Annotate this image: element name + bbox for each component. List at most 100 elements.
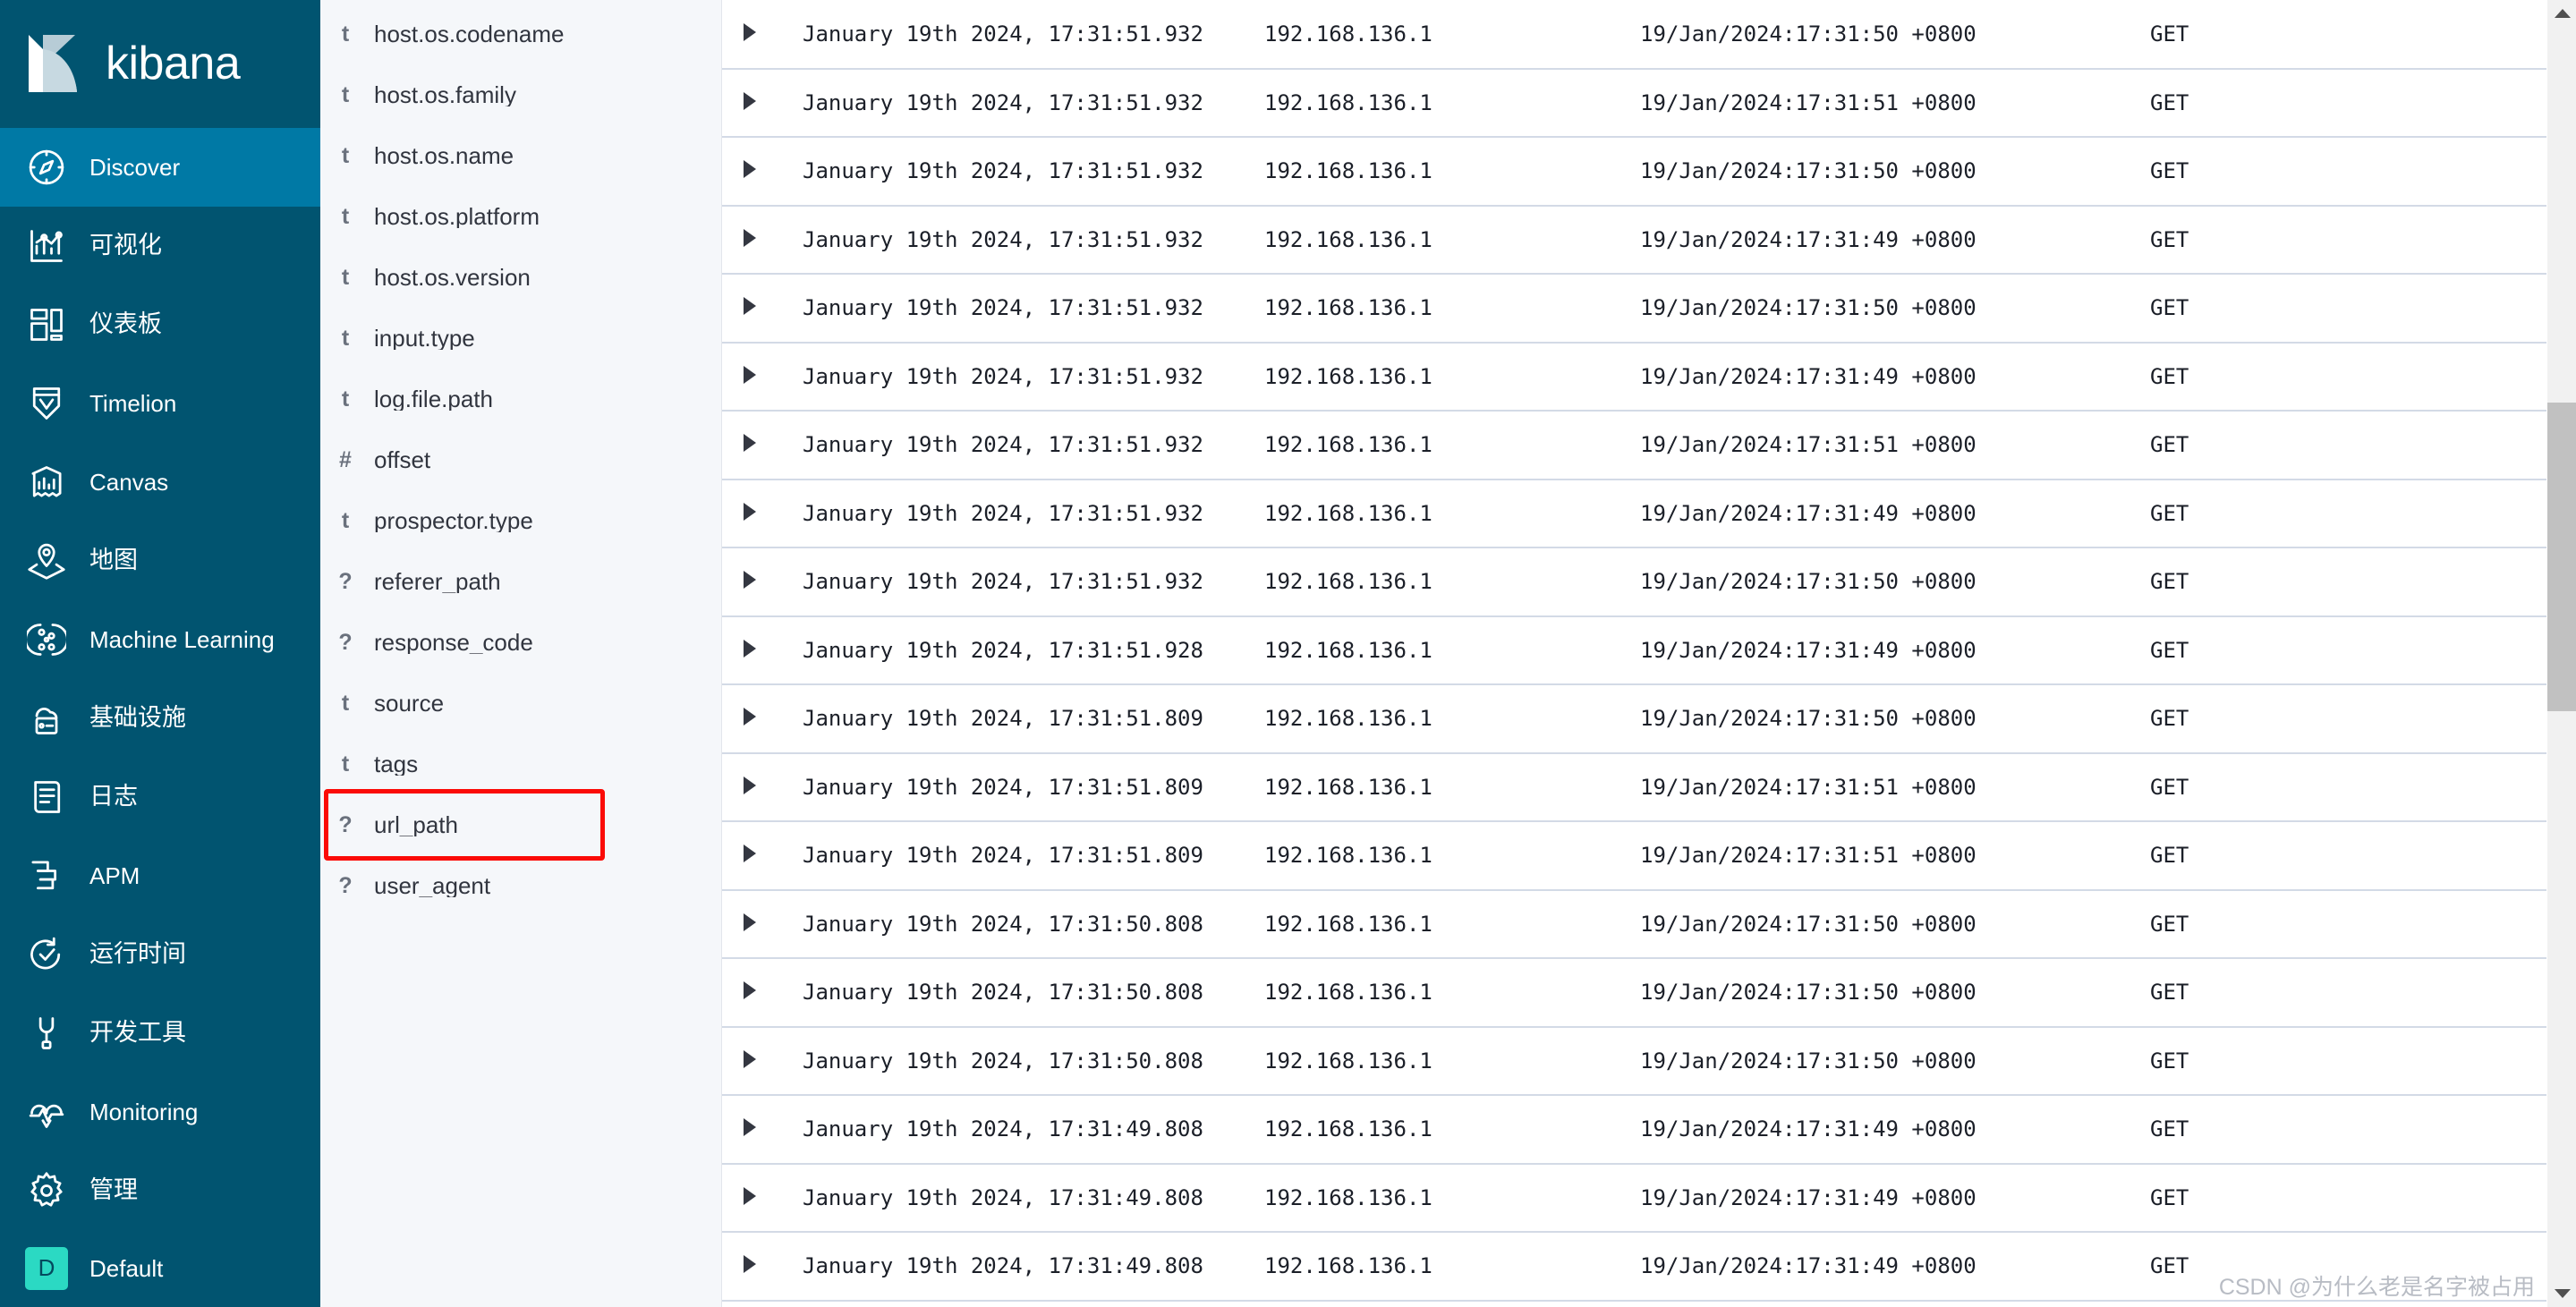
field-item-host-os-version[interactable]: t host.os.version	[320, 247, 721, 308]
cell-time: January 19th 2024, 17:31:51.932	[790, 411, 1264, 480]
expand-row-caret-icon[interactable]	[722, 684, 790, 754]
maps-icon	[25, 539, 68, 582]
cell-timestamp: 19/Jan/2024:17:31:51 +0800	[1640, 752, 2150, 822]
field-type-icon: t	[341, 751, 350, 777]
field-item-host-os-name[interactable]: t host.os.name	[320, 125, 721, 186]
expand-row-caret-icon[interactable]	[722, 274, 790, 344]
expand-row-caret-icon[interactable]	[722, 615, 790, 685]
cell-timestamp: 19/Jan/2024:17:31:50 +0800	[1640, 137, 2150, 207]
sidebar-item-timelion[interactable]: Timelion	[0, 364, 320, 443]
table-row[interactable]: January 19th 2024, 17:31:51.932 192.168.1…	[722, 274, 2576, 344]
table-row[interactable]: January 19th 2024, 17:31:51.928 192.168.1…	[722, 615, 2576, 685]
field-item-input-type[interactable]: t input.type	[320, 308, 721, 369]
cell-timestamp: 19/Jan/2024:17:31:50 +0800	[1640, 547, 2150, 617]
apm-icon	[25, 854, 68, 897]
field-item-log-file-path[interactable]: t log.file.path	[320, 369, 721, 429]
sidebar-item-label: Discover	[89, 153, 181, 181]
sidebar-item-label: 基础设施	[89, 704, 186, 732]
cell-timestamp: 19/Jan/2024:17:31:49 +0800	[1640, 1163, 2150, 1233]
cell-timestamp: 19/Jan/2024:17:31:50 +0800	[1640, 958, 2150, 1028]
brand-header[interactable]: kibana	[0, 0, 320, 128]
expand-row-caret-icon[interactable]	[722, 137, 790, 207]
sidebar-item-仪表板[interactable]: 仪表板	[0, 285, 320, 364]
available-fields-panel: t host.os.codename t host.os.family t host.os…	[320, 0, 722, 1307]
field-item-host-os-codename[interactable]: t host.os.codename	[320, 4, 721, 64]
scroll-up-arrow-icon[interactable]	[2547, 0, 2576, 27]
sidebar-item-machine-learning[interactable]: Machine Learning	[0, 600, 320, 679]
field-item-host-os-family[interactable]: t host.os.family	[320, 64, 721, 125]
expand-row-caret-icon[interactable]	[722, 821, 790, 891]
expand-row-caret-icon[interactable]	[722, 205, 790, 275]
field-name-label: input.type	[374, 327, 475, 350]
field-item-tags[interactable]: t tags	[320, 734, 721, 794]
scrollbar-thumb[interactable]	[2547, 403, 2576, 711]
table-row[interactable]: January 19th 2024, 17:31:50.808 192.168.1…	[722, 1026, 2576, 1096]
table-row[interactable]: January 19th 2024, 17:31:51.809 192.168.1…	[722, 684, 2576, 754]
table-row[interactable]: January 19th 2024, 17:31:51.932 192.168.1…	[722, 411, 2576, 480]
expand-row-caret-icon[interactable]	[722, 752, 790, 822]
table-row[interactable]: January 19th 2024, 17:31:51.932 192.168.1…	[722, 0, 2576, 70]
table-row[interactable]: January 19th 2024, 17:31:51.809 192.168.1…	[722, 752, 2576, 822]
cell-time: January 19th 2024, 17:31:51.932	[790, 479, 1264, 548]
field-item-prospector-type[interactable]: t prospector.type	[320, 490, 721, 551]
field-item-url_path[interactable]: ? url_path	[320, 789, 721, 861]
sidebar-item-monitoring[interactable]: Monitoring	[0, 1073, 320, 1151]
cell-timestamp: 19/Jan/2024:17:31:49 +0800	[1640, 615, 2150, 685]
field-item-user_agent[interactable]: ? user_agent	[320, 855, 721, 916]
cell-time: January 19th 2024, 17:31:49.808	[790, 1232, 1264, 1302]
table-row[interactable]: January 19th 2024, 17:31:51.932 192.168.1…	[722, 68, 2576, 138]
expand-row-caret-icon[interactable]	[722, 0, 790, 70]
table-row[interactable]: January 19th 2024, 17:31:49.808 192.168.1…	[722, 1232, 2576, 1302]
sidebar-item-日志[interactable]: 日志	[0, 758, 320, 836]
field-type-icon: t	[341, 81, 350, 107]
table-row[interactable]: January 19th 2024, 17:31:50.808 192.168.1…	[722, 958, 2576, 1028]
expand-row-caret-icon[interactable]	[722, 1163, 790, 1233]
expand-row-caret-icon[interactable]	[722, 479, 790, 548]
sidebar-item-管理[interactable]: 管理	[0, 1151, 320, 1230]
table-row[interactable]: January 19th 2024, 17:31:49.808 192.168.1…	[722, 1095, 2576, 1165]
sidebar-item-label: 日志	[89, 783, 138, 811]
sidebar-item-apm[interactable]: APM	[0, 836, 320, 915]
field-item-response_code[interactable]: ? response_code	[320, 612, 721, 673]
sidebar-item-label: 仪表板	[89, 310, 162, 338]
sidebar-item-地图[interactable]: 地图	[0, 522, 320, 600]
expand-row-caret-icon[interactable]	[722, 68, 790, 138]
field-type-icon: t	[341, 21, 350, 47]
cell-timestamp: 19/Jan/2024:17:31:50 +0800	[1640, 0, 2150, 70]
sidebar-item-运行时间[interactable]: 运行时间	[0, 915, 320, 994]
cell-method: GET	[2150, 137, 2419, 207]
cell-method: GET	[2150, 411, 2419, 480]
scroll-down-arrow-icon[interactable]	[2547, 1280, 2576, 1307]
expand-row-caret-icon[interactable]	[722, 342, 790, 412]
expand-row-caret-icon[interactable]	[722, 411, 790, 480]
sidebar-item-可视化[interactable]: 可视化	[0, 207, 320, 285]
table-row[interactable]: January 19th 2024, 17:31:51.932 192.168.1…	[722, 547, 2576, 617]
field-type-icon: t	[341, 690, 350, 716]
table-row[interactable]: January 19th 2024, 17:31:49.808 192.168.1…	[722, 1163, 2576, 1233]
expand-row-caret-icon[interactable]	[722, 1026, 790, 1096]
expand-row-caret-icon[interactable]	[722, 1232, 790, 1302]
field-name-label: offset	[374, 448, 431, 471]
table-row[interactable]: January 19th 2024, 17:31:50.808 192.168.1…	[722, 889, 2576, 959]
table-row[interactable]: January 19th 2024, 17:31:51.932 192.168.1…	[722, 205, 2576, 275]
expand-row-caret-icon[interactable]	[722, 547, 790, 617]
table-row[interactable]: January 19th 2024, 17:31:51.809 192.168.1…	[722, 821, 2576, 891]
table-row[interactable]: January 19th 2024, 17:31:51.932 192.168.1…	[722, 137, 2576, 207]
sidebar-item-基础设施[interactable]: 基础设施	[0, 679, 320, 758]
sidebar-user-space[interactable]: D Default	[0, 1230, 320, 1307]
field-item-offset[interactable]: # offset	[320, 429, 721, 490]
field-name-label: url_path	[374, 813, 458, 836]
cell-method: GET	[2150, 1232, 2419, 1302]
table-row[interactable]: January 19th 2024, 17:31:51.932 192.168.1…	[722, 479, 2576, 548]
field-item-referer_path[interactable]: ? referer_path	[320, 551, 721, 612]
sidebar-item-canvas[interactable]: Canvas	[0, 443, 320, 522]
expand-row-caret-icon[interactable]	[722, 958, 790, 1028]
field-item-host-os-platform[interactable]: t host.os.platform	[320, 186, 721, 247]
sidebar-item-discover[interactable]: Discover	[0, 127, 320, 207]
expand-row-caret-icon[interactable]	[722, 889, 790, 959]
vertical-scrollbar[interactable]	[2546, 0, 2576, 1307]
sidebar-item-开发工具[interactable]: 开发工具	[0, 994, 320, 1073]
table-row[interactable]: January 19th 2024, 17:31:51.932 192.168.1…	[722, 342, 2576, 412]
expand-row-caret-icon[interactable]	[722, 1095, 790, 1165]
field-item-source[interactable]: t source	[320, 673, 721, 734]
